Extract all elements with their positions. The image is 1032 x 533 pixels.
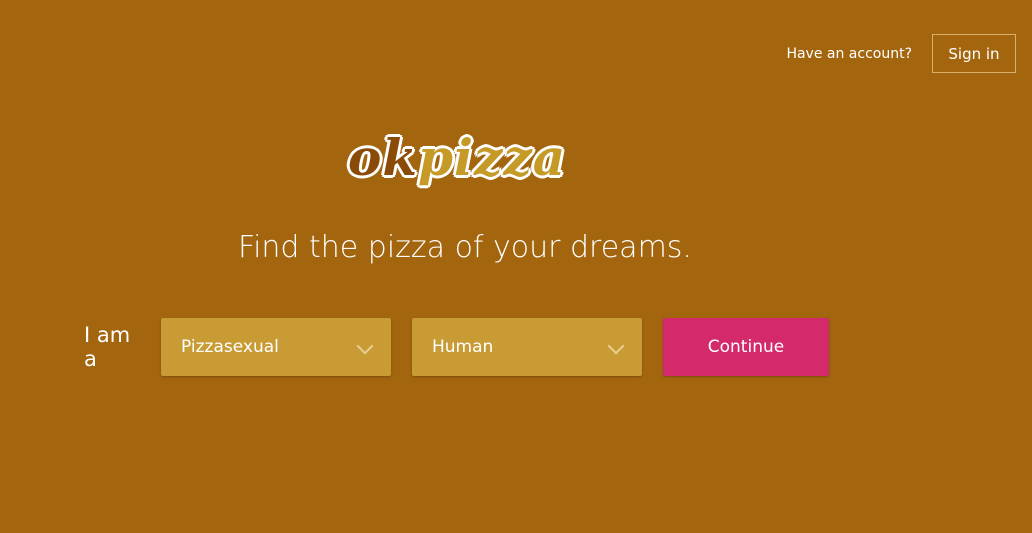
signup-form: I am a Pizzasexual Human Continue — [84, 318, 829, 376]
logo-ok-text: ok — [348, 128, 418, 187]
i-am-a-label: I am a — [84, 323, 131, 371]
sign-in-button[interactable]: Sign in — [932, 34, 1016, 73]
have-account-text: Have an account? — [786, 45, 912, 62]
species-selected-value: Human — [432, 337, 494, 357]
landing-page: Have an account? Sign in okpizza Find th… — [0, 0, 1032, 533]
chevron-down-icon — [356, 337, 374, 355]
orientation-selected-value: Pizzasexual — [181, 337, 279, 357]
okpizza-logo: okpizza — [348, 128, 566, 188]
account-bar: Have an account? Sign in — [786, 34, 1016, 73]
continue-button[interactable]: Continue — [663, 318, 829, 376]
tagline: Find the pizza of your dreams. — [238, 230, 692, 265]
logo-pizza-text: pizza — [418, 128, 567, 187]
orientation-select[interactable]: Pizzasexual — [161, 318, 391, 376]
chevron-down-icon — [607, 337, 625, 355]
species-select[interactable]: Human — [412, 318, 642, 376]
